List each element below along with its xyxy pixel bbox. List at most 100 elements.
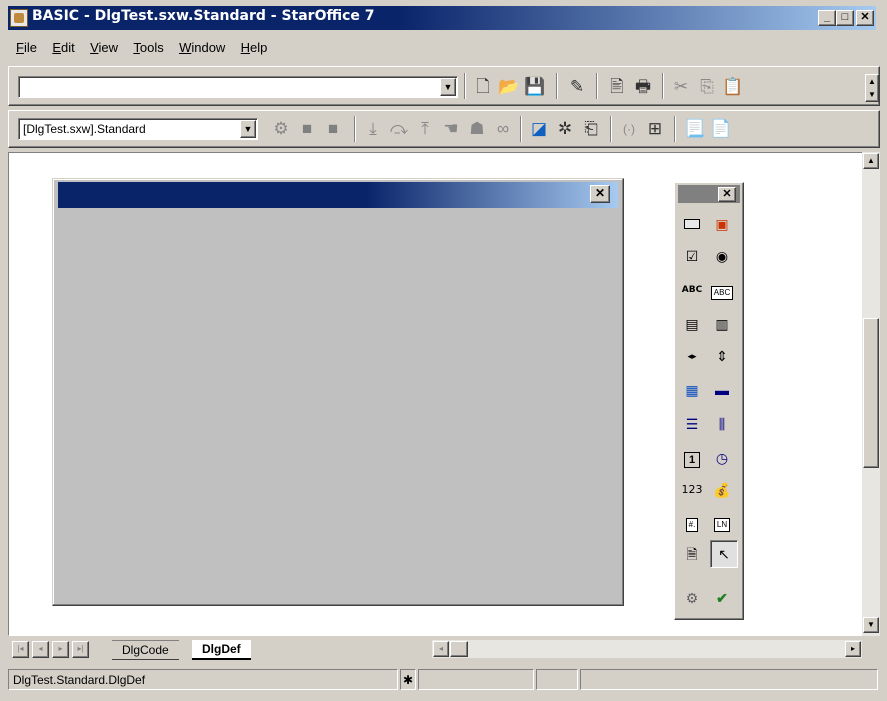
maximize-button[interactable]: □ — [836, 10, 854, 26]
watch-icon[interactable]: ∞ — [492, 118, 514, 140]
toolbar-separator — [662, 73, 664, 99]
properties-tool-icon[interactable]: ⚙ — [680, 586, 704, 610]
library-dropdown-button[interactable]: ▼ — [240, 120, 256, 138]
save-icon[interactable]: 💾 — [524, 76, 546, 98]
horizontal-scrollbar-tool-icon[interactable]: ◂▸ — [680, 344, 704, 368]
next-tab-button[interactable]: ▸ — [52, 641, 69, 658]
vertical-scrollbar[interactable]: ▲ ▼ — [862, 152, 880, 636]
menu-bar: File Edit View Tools Window Help — [10, 38, 273, 58]
last-tab-button[interactable]: ▸| — [72, 641, 89, 658]
close-window-button[interactable]: ✕ — [856, 10, 874, 26]
option-button-tool-icon[interactable]: ◉ — [710, 244, 734, 268]
tab-dlgdef[interactable]: DlgDef — [192, 640, 251, 660]
open-icon[interactable]: 📂 — [498, 76, 520, 98]
toolbar-separator — [520, 116, 522, 142]
find-parentheses-icon[interactable]: (·) — [618, 118, 640, 140]
activate-test-mode-tool-icon[interactable]: ✔ — [710, 586, 734, 610]
text-box-tool-glyph: ABC — [710, 286, 734, 300]
first-tab-button[interactable]: |◂ — [12, 641, 29, 658]
scroll-up-button[interactable]: ▲ — [863, 153, 879, 169]
horizontal-scroll-thumb[interactable] — [450, 641, 468, 657]
stop-icon[interactable]: ■ — [322, 118, 344, 140]
check-box-tool-icon[interactable]: ☑ — [680, 244, 704, 268]
progress-bar-tool-icon[interactable]: ▬ — [710, 378, 734, 402]
new-icon[interactable]: 🗋 — [472, 76, 494, 98]
save-source-icon[interactable]: 📄 — [710, 118, 732, 140]
menu-view[interactable]: View — [84, 38, 124, 57]
object-catalog-icon[interactable]: ◪ — [528, 118, 550, 140]
dialog-close-button[interactable]: ✕ — [590, 185, 610, 203]
paste-icon[interactable]: 📋 — [722, 76, 744, 98]
status-modified-indicator[interactable]: ✱ — [400, 669, 416, 690]
library-combo-box[interactable]: [DlgTest.sxw].Standard ▼ — [18, 118, 258, 140]
toolbar-separator — [610, 116, 612, 142]
scroll-down-button[interactable]: ▼ — [863, 617, 879, 633]
group-box-tool-icon[interactable]: ▦ — [680, 378, 704, 402]
step-out-icon[interactable]: ⤒ — [414, 118, 436, 140]
currency-field-tool-icon[interactable]: 💰 — [710, 478, 734, 502]
formatted-field-tool-glyph: #. — [685, 518, 699, 532]
horizontal-scrollbar[interactable]: ◂ ▸ — [432, 640, 862, 658]
text-box-tool-icon[interactable]: ABC — [710, 278, 734, 302]
image-control-tool-icon[interactable]: ▣ — [710, 212, 734, 236]
run-icon[interactable]: ■ — [296, 118, 318, 140]
dialog-form[interactable] — [52, 178, 624, 606]
vertical-scroll-thumb[interactable] — [863, 318, 879, 468]
scroll-right-button[interactable]: ▸ — [845, 641, 861, 657]
toolbar-scroll-button[interactable]: ▲ ▼ — [865, 74, 879, 102]
numeric-field-tool-icon[interactable]: 123 — [680, 478, 704, 502]
date-field-tool-icon[interactable]: 1 — [680, 446, 704, 470]
step-into-icon[interactable]: ⤓ — [362, 118, 384, 140]
compile-icon[interactable]: ⚙ — [270, 118, 292, 140]
menu-file[interactable]: File — [10, 38, 43, 57]
modules-icon[interactable]: ⎗ — [580, 118, 602, 140]
previous-tab-button[interactable]: ◂ — [32, 641, 49, 658]
step-over-icon[interactable]: ⤼ — [388, 118, 410, 140]
scroll-left-button[interactable]: ◂ — [433, 641, 449, 657]
menu-window[interactable]: Window — [173, 38, 231, 57]
toolbar-separator — [556, 73, 558, 99]
copy-icon[interactable]: ⎘ — [696, 76, 718, 98]
select-tool-icon[interactable]: ↖ — [710, 540, 738, 568]
list-box-tool-icon[interactable]: ▤ — [680, 312, 704, 336]
cut-icon[interactable]: ✂ — [670, 76, 692, 98]
status-location: DlgTest.Standard.DlgDef — [8, 669, 398, 690]
dialog-title-bar[interactable] — [58, 182, 618, 208]
window-title: BASIC - DlgTest.sxw.Standard - StarOffic… — [32, 8, 375, 24]
pattern-field-tool-icon[interactable]: LN — [710, 510, 734, 534]
status-cell-info — [580, 669, 878, 690]
menu-help[interactable]: Help — [235, 38, 274, 57]
combo-box-tool-icon[interactable]: ▥ — [710, 312, 734, 336]
status-cell-position — [418, 669, 534, 690]
export-pdf-icon[interactable]: 🖹 — [606, 76, 628, 98]
manage-breakpoints-icon[interactable]: ☗ — [466, 118, 488, 140]
file-selection-tool-icon[interactable]: 🗎 — [680, 542, 704, 566]
staroffice-app-icon[interactable] — [10, 9, 28, 27]
menu-edit[interactable]: Edit — [46, 38, 80, 57]
edit-file-icon[interactable]: ✎ — [566, 76, 588, 98]
toolbox-close-button[interactable]: ✕ — [718, 187, 736, 202]
url-dropdown-button[interactable]: ▼ — [440, 78, 456, 96]
toolbar-separator — [464, 73, 466, 99]
breakpoint-icon[interactable]: ☚ — [440, 118, 462, 140]
toolbar-separator — [596, 73, 598, 99]
pattern-field-tool-glyph: LN — [713, 518, 731, 532]
time-field-tool-icon[interactable]: ◷ — [710, 446, 734, 470]
tab-dlgcode[interactable]: DlgCode — [112, 640, 179, 660]
toolbar-separator — [354, 116, 356, 142]
print-icon[interactable]: 🖶 — [632, 76, 654, 98]
minimize-button[interactable]: _ — [818, 10, 836, 26]
status-cell-mode — [536, 669, 578, 690]
macros-icon[interactable]: ✲ — [554, 118, 576, 140]
button-tool-icon[interactable] — [680, 212, 704, 236]
horizontal-line-tool-icon[interactable]: ☰ — [680, 412, 704, 436]
controls-icon[interactable]: ⊞ — [644, 118, 666, 140]
vertical-line-tool-icon[interactable]: ⫼ — [710, 412, 734, 436]
menu-tools[interactable]: Tools — [127, 38, 169, 57]
formatted-field-tool-icon[interactable]: #. — [680, 510, 704, 534]
url-combo-box[interactable]: ▼ — [18, 76, 458, 98]
insert-source-icon[interactable]: 📃 — [684, 118, 706, 140]
vertical-scrollbar-tool-icon[interactable]: ⇕ — [710, 344, 734, 368]
library-value: [DlgTest.sxw].Standard — [23, 122, 146, 136]
label-tool-icon[interactable]: ABC — [680, 278, 704, 302]
